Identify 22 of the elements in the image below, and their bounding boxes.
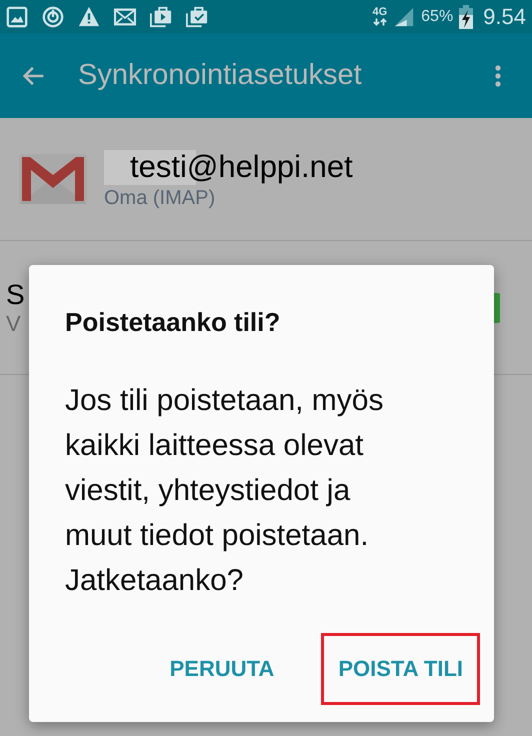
more-options-icon[interactable] xyxy=(494,64,502,88)
setting-title: S xyxy=(6,278,25,310)
battery-level: 65% xyxy=(421,8,454,26)
dialog-button[interactable]: POISTA TILI xyxy=(321,633,480,705)
screen-title: Synkronointiasetukset xyxy=(78,59,363,92)
dialog-message: Jos tili poistetaan, myös kaikki laitteessa olevat viestit, yhteystiedot ja muut tiedot poistetaan. Jatketaanko? xyxy=(65,383,384,599)
setting-subtitle: V xyxy=(6,310,22,336)
mail-app-icon xyxy=(19,154,87,204)
network-type: 4G xyxy=(372,7,388,18)
warning-icon xyxy=(78,6,100,28)
signal-icon xyxy=(393,6,416,28)
account-type: Oma (IMAP) xyxy=(104,186,216,210)
dialog-button[interactable]: PERUUTA xyxy=(152,633,292,705)
clock: 9.54 xyxy=(483,4,526,30)
data-arrows-icon xyxy=(372,18,387,26)
image-icon xyxy=(6,6,28,28)
dialog-title: Poistetaanko tili? xyxy=(65,307,282,338)
account-email: testi@helppi.net xyxy=(104,148,353,184)
mail-icon xyxy=(114,6,136,28)
briefcase-check-icon xyxy=(186,6,208,28)
briefcase-play-icon xyxy=(150,6,172,28)
battery-charging-icon xyxy=(459,4,474,28)
